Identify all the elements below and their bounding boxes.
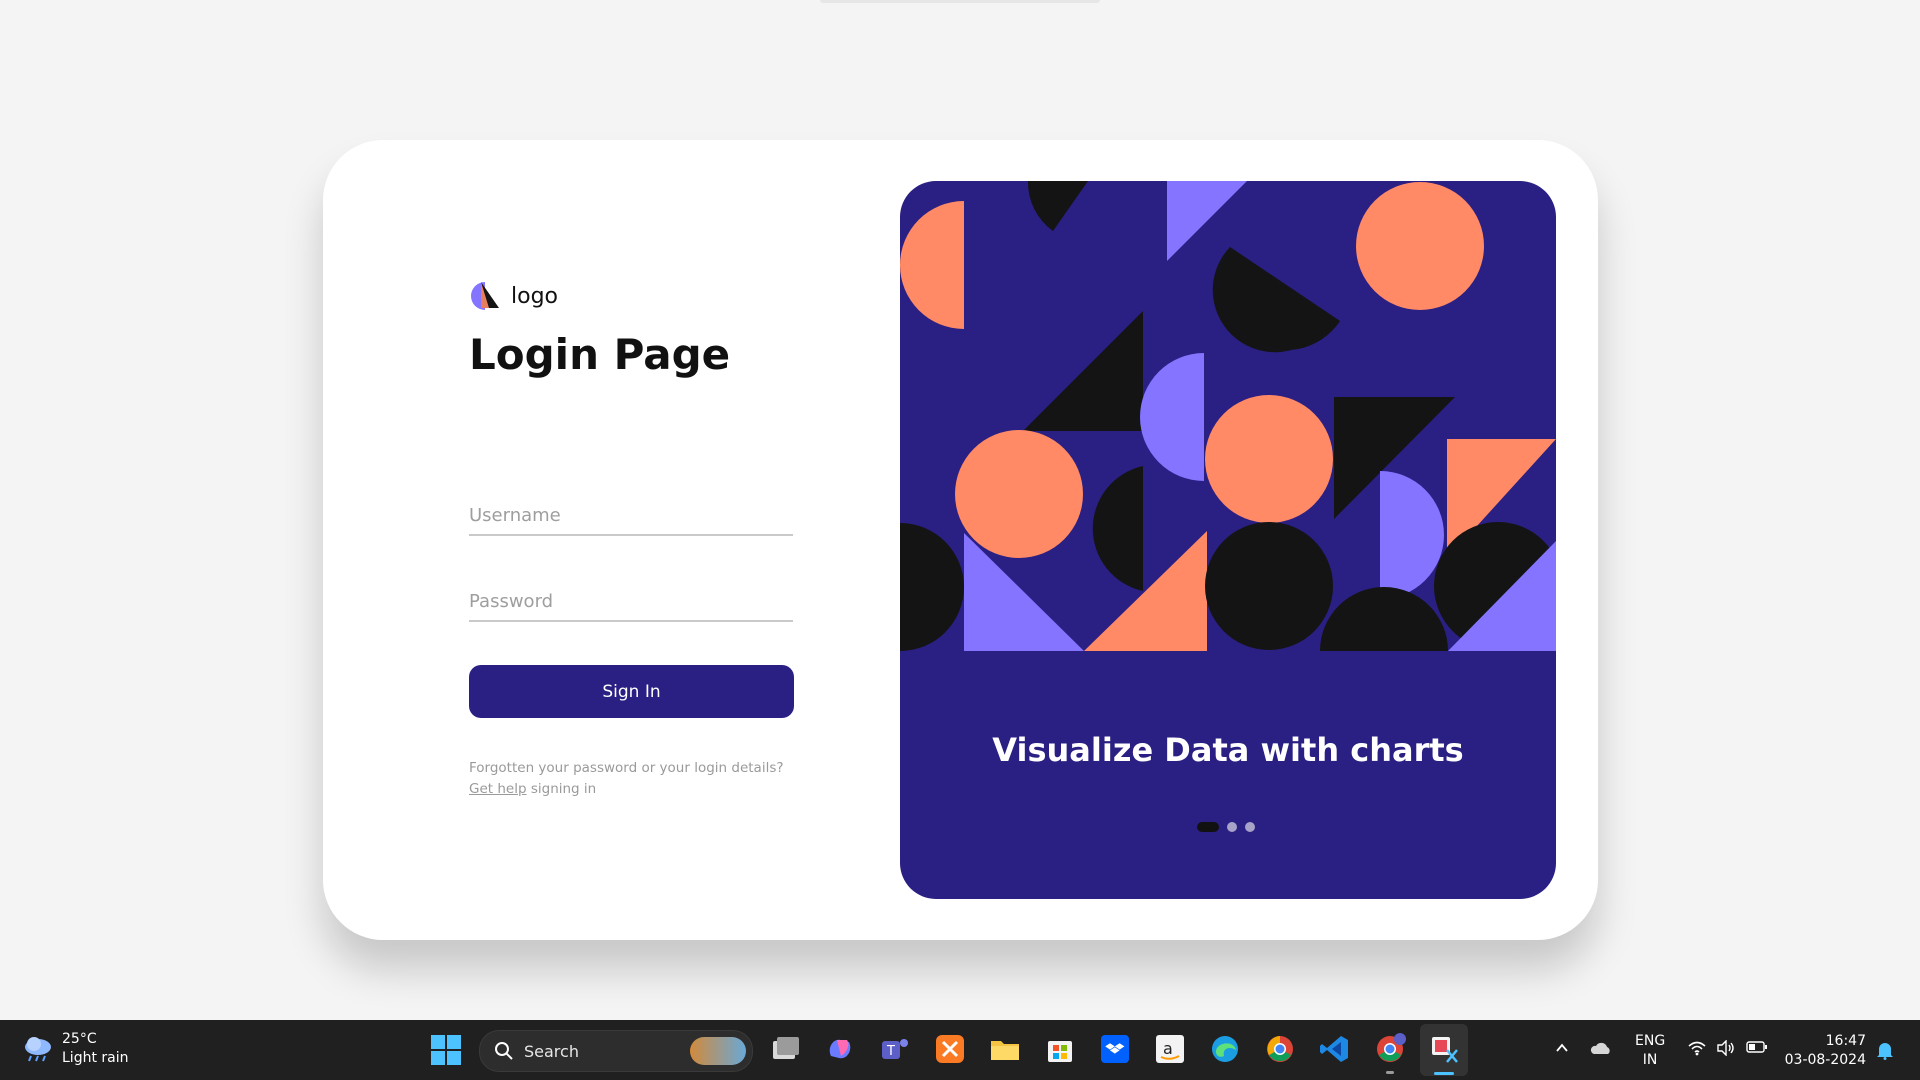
task-view-icon[interactable] xyxy=(768,1032,802,1066)
weather-temp: 25°C xyxy=(62,1031,97,1047)
dropbox-icon[interactable] xyxy=(1098,1032,1132,1066)
carousel-dots xyxy=(1197,822,1255,832)
page-title: Login Page xyxy=(469,330,731,379)
amazon-icon[interactable]: a xyxy=(1153,1032,1187,1066)
notification-bell-icon[interactable] xyxy=(1876,1040,1894,1060)
chrome-icon[interactable] xyxy=(1263,1032,1297,1066)
xampp-icon[interactable] xyxy=(933,1032,967,1066)
svg-text:a: a xyxy=(1163,1039,1173,1058)
system-clock[interactable]: 16:47 03-08-2024 xyxy=(1780,1032,1866,1070)
brand-logo: logo xyxy=(469,278,558,314)
vscode-icon[interactable] xyxy=(1318,1032,1352,1066)
edge-icon[interactable] xyxy=(1208,1032,1242,1066)
windows-taskbar: 25°C Light rain Search T a ENG IN 16:47 … xyxy=(0,1020,1920,1080)
volume-icon[interactable] xyxy=(1716,1040,1736,1056)
help-text-before: Forgotten your password or your login de… xyxy=(469,760,784,776)
battery-icon[interactable] xyxy=(1746,1040,1768,1054)
onedrive-cloud-icon[interactable] xyxy=(1590,1040,1612,1058)
hero-panel: Visualize Data with charts xyxy=(900,181,1556,899)
weather-widget[interactable]: 25°C Light rain xyxy=(22,1030,129,1068)
taskbar-search[interactable]: Search xyxy=(479,1030,753,1072)
copilot-icon[interactable] xyxy=(823,1032,857,1066)
search-icon xyxy=(495,1042,513,1060)
teams-icon[interactable]: T xyxy=(878,1032,912,1066)
weather-desc: Light rain xyxy=(62,1050,129,1066)
lang-line2: IN xyxy=(1642,1052,1658,1068)
input-language[interactable]: ENG IN xyxy=(1635,1032,1665,1070)
search-label: Search xyxy=(524,1041,579,1061)
search-highlight-image xyxy=(690,1037,746,1065)
password-input[interactable] xyxy=(469,582,793,622)
clock-date: 03-08-2024 xyxy=(1784,1052,1866,1068)
carousel-dot-3[interactable] xyxy=(1245,822,1255,832)
wifi-icon[interactable] xyxy=(1687,1040,1707,1056)
microsoft-store-icon[interactable] xyxy=(1043,1032,1077,1066)
logo-text: logo xyxy=(511,283,558,309)
lang-line1: ENG xyxy=(1635,1033,1666,1049)
logo-mark-icon xyxy=(471,282,499,310)
geometric-illustration xyxy=(900,181,1556,651)
browser-top-edge xyxy=(820,0,1100,3)
carousel-caption: Visualize Data with charts xyxy=(992,731,1464,769)
login-card: logo Login Page Sign In Forgotten your p… xyxy=(323,140,1598,940)
rain-cloud-icon xyxy=(25,1037,51,1062)
svg-text:T: T xyxy=(886,1044,895,1059)
carousel-dot-1[interactable] xyxy=(1197,822,1219,832)
get-help-link[interactable]: Get help xyxy=(469,781,527,797)
file-explorer-icon[interactable] xyxy=(988,1032,1022,1066)
chrome-profile-icon[interactable] xyxy=(1373,1032,1407,1074)
windows-start-icon[interactable] xyxy=(430,1034,462,1066)
chevron-up-icon[interactable] xyxy=(1554,1040,1570,1056)
clock-time: 16:47 xyxy=(1825,1033,1866,1049)
sign-in-button[interactable]: Sign In xyxy=(469,665,794,718)
snipping-tool-icon[interactable] xyxy=(1427,1032,1461,1066)
help-text: Forgotten your password or your login de… xyxy=(469,758,799,800)
active-app-indicator xyxy=(1434,1072,1454,1075)
help-text-after: signing in xyxy=(530,781,597,797)
username-input[interactable] xyxy=(469,496,793,536)
carousel-dot-2[interactable] xyxy=(1227,822,1237,832)
